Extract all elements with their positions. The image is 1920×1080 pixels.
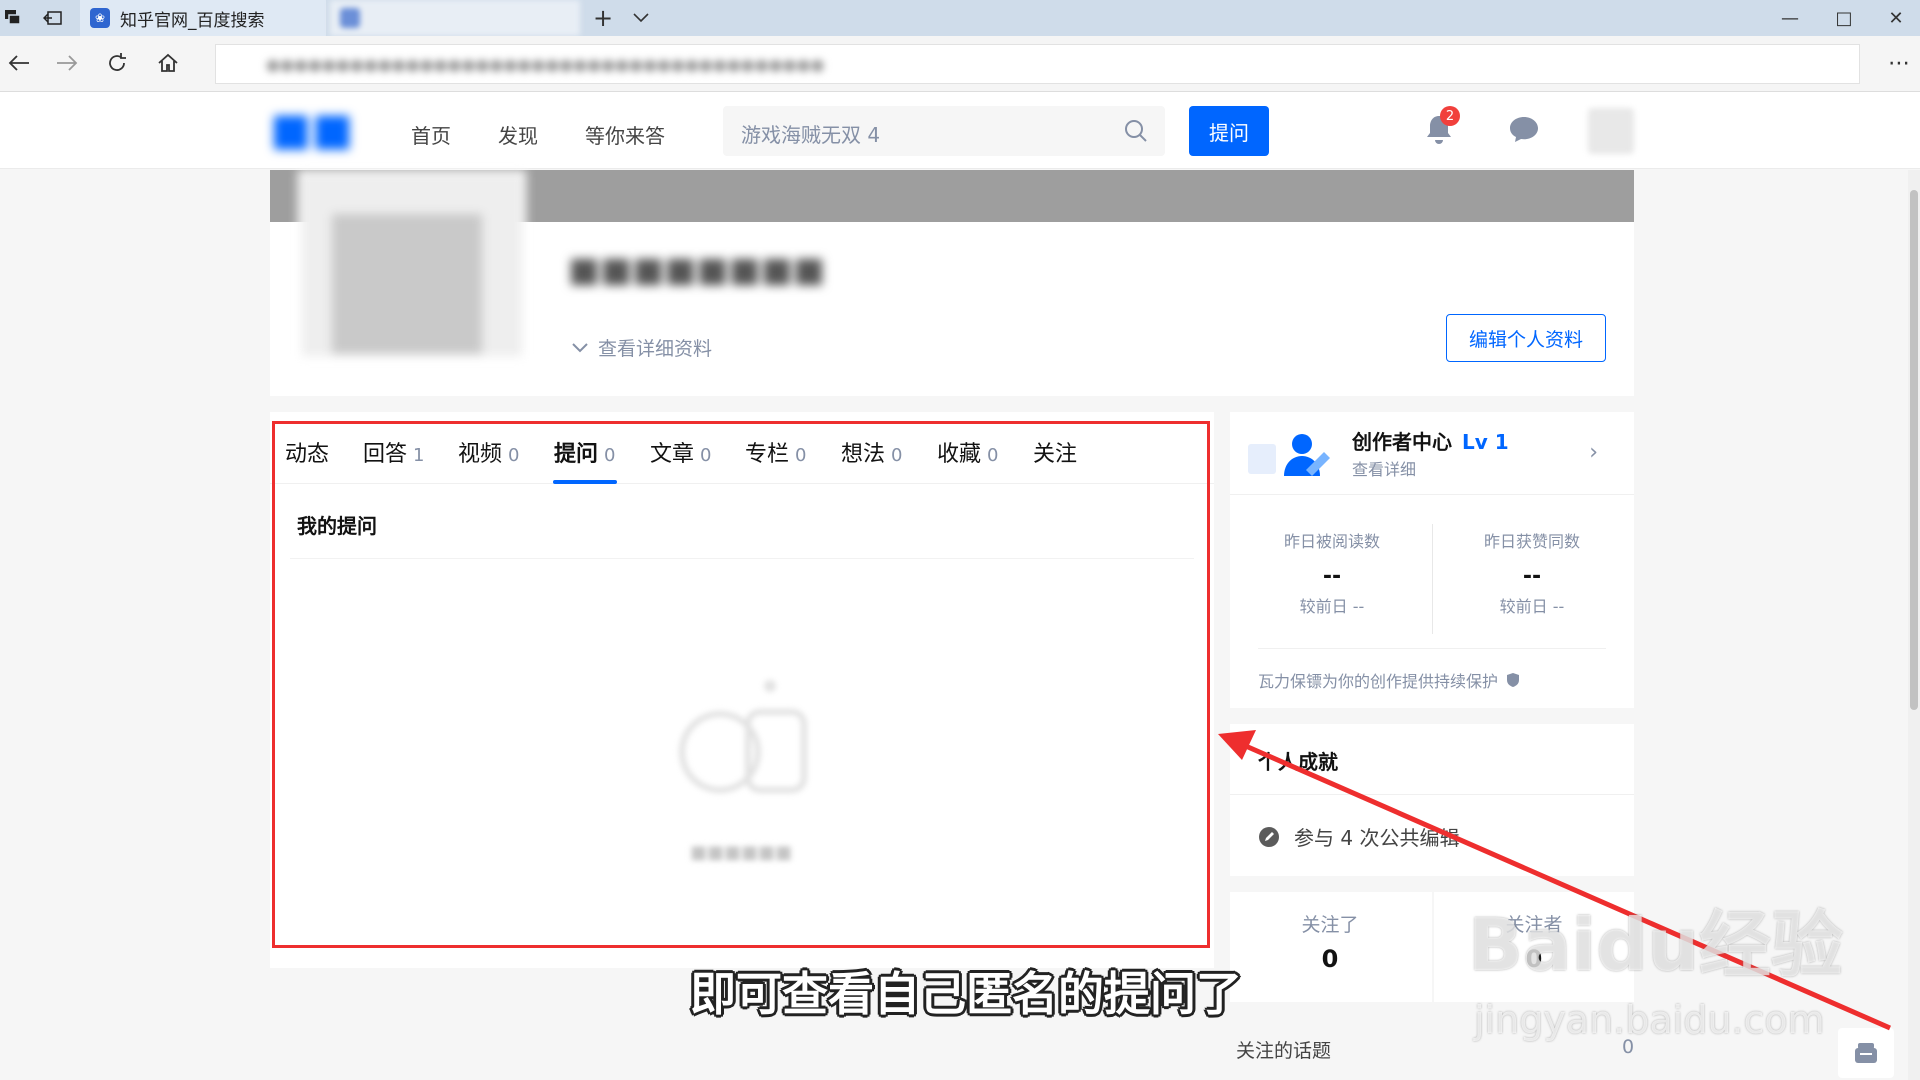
subtitle-caption: 即可查看自己匿名的提问了 — [690, 967, 1242, 1021]
baidu-watermark: Baidu经验 — [1468, 903, 1843, 987]
watermark-url: jingyan.baidu.com — [1474, 998, 1825, 1042]
